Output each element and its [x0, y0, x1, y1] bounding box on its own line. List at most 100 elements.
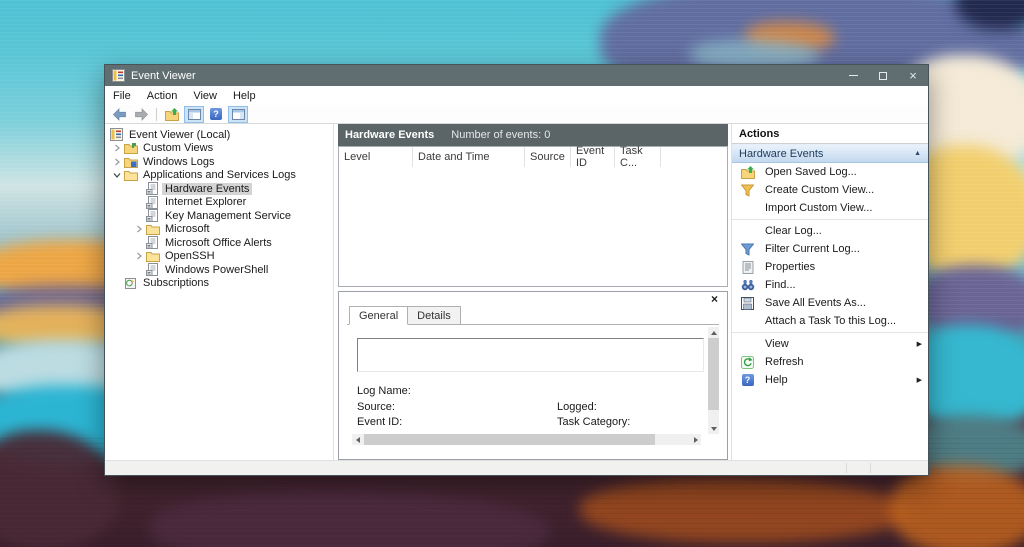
column-header-level[interactable]: Level — [339, 147, 413, 167]
submenu-arrow-icon: ▶ — [916, 341, 922, 348]
tree-item-subscriptions[interactable]: Subscriptions — [105, 277, 333, 291]
action-view[interactable]: View ▶ — [732, 335, 928, 353]
vertical-scrollbar[interactable] — [708, 327, 719, 434]
back-button[interactable] — [109, 106, 129, 123]
chevron-right-icon[interactable] — [132, 252, 146, 260]
chevron-right-icon[interactable] — [132, 225, 146, 233]
title-bar[interactable]: Event Viewer × — [105, 65, 928, 86]
tab-details[interactable]: Details — [408, 306, 461, 325]
tree-item-custom-views[interactable]: Custom Views — [105, 142, 333, 156]
tree-item-internet-explorer[interactable]: Internet Explorer — [105, 195, 333, 210]
toolbar: ? — [105, 105, 928, 124]
forward-arrow-icon — [134, 107, 148, 121]
show-console-tree-button[interactable] — [184, 105, 204, 123]
tree-item-windows-logs[interactable]: Windows Logs — [105, 155, 333, 169]
event-viewer-window: Event Viewer × File Action View Help ? E… — [104, 64, 929, 476]
horizontal-scrollbar[interactable] — [352, 434, 701, 445]
action-create-custom-view[interactable]: Create Custom View... — [732, 181, 928, 199]
action-find[interactable]: Find... — [732, 276, 928, 294]
events-panel: Hardware Events Number of events: 0 Leve… — [338, 124, 728, 460]
column-header-date-and-time[interactable]: Date and Time — [413, 147, 525, 167]
event-log-icon — [146, 195, 162, 209]
actions-separator — [732, 219, 928, 220]
horizontal-scroll-track[interactable] — [363, 434, 690, 445]
tree-item-microsoft[interactable]: Microsoft — [105, 223, 333, 237]
tree-item-hardware-events[interactable]: Hardware Events — [105, 182, 333, 196]
collapse-arrow-icon[interactable]: ▲ — [914, 150, 921, 157]
tree-item-key-management-service[interactable]: Key Management Service — [105, 209, 333, 223]
action-label: Clear Log... — [765, 225, 822, 237]
scroll-up-button[interactable] — [708, 327, 719, 338]
preview-tabs: General Details — [349, 306, 461, 325]
preview-close-button[interactable]: × — [711, 293, 718, 305]
action-clear-log[interactable]: Clear Log... — [732, 222, 928, 240]
tree-item-openssh[interactable]: OpenSSH — [105, 250, 333, 264]
actions-section-hardware-events[interactable]: Hardware Events ▲ — [732, 144, 928, 163]
action-attach-task[interactable]: Attach a Task To this Log... — [732, 312, 928, 330]
console-tree-panel: Event Viewer (Local) Custom Views Window… — [105, 124, 334, 460]
action-label: Refresh — [765, 356, 804, 368]
back-arrow-icon — [112, 107, 126, 121]
events-count-label: Number of events: 0 — [451, 129, 551, 141]
tree-item-label: Hardware Events — [162, 182, 253, 195]
action-label: Attach a Task To this Log... — [765, 315, 897, 327]
action-help[interactable]: ? Help ▶ — [732, 371, 928, 389]
action-refresh[interactable]: Refresh — [732, 353, 928, 371]
menu-bar: File Action View Help — [105, 86, 928, 105]
open-saved-log-icon — [740, 165, 755, 179]
column-header-task-category[interactable]: Task C... — [615, 145, 661, 169]
event-viewer-app-icon — [112, 69, 125, 82]
tree-item-microsoft-office-alerts[interactable]: Microsoft Office Alerts — [105, 236, 333, 250]
chevron-right-icon[interactable] — [110, 144, 124, 152]
events-panel-title: Hardware Events — [345, 129, 435, 141]
chevron-right-icon[interactable] — [110, 158, 124, 166]
up-one-level-button[interactable] — [162, 106, 182, 123]
toolbar-separator — [156, 107, 157, 121]
menu-view[interactable]: View — [185, 90, 225, 102]
action-filter-current-log[interactable]: Filter Current Log... — [732, 240, 928, 258]
filter-icon — [740, 242, 755, 256]
action-open-saved-log[interactable]: Open Saved Log... — [732, 163, 928, 181]
tree-item-label: Windows Logs — [143, 155, 215, 168]
vertical-scroll-thumb[interactable] — [708, 338, 719, 410]
scroll-right-button[interactable] — [690, 434, 701, 445]
tree-item-label: Key Management Service — [165, 209, 291, 222]
close-button[interactable]: × — [898, 65, 928, 86]
up-arrow-icon — [710, 330, 717, 335]
menu-help[interactable]: Help — [225, 90, 264, 102]
tab-general[interactable]: General — [349, 306, 409, 325]
folder-icon — [146, 250, 162, 263]
scroll-left-button[interactable] — [352, 434, 363, 445]
show-action-pane-button[interactable] — [228, 105, 248, 123]
minimize-button[interactable] — [838, 65, 868, 86]
column-header-event-id[interactable]: Event ID — [571, 145, 615, 169]
maximize-button[interactable] — [868, 65, 898, 86]
action-label: Import Custom View... — [765, 202, 873, 214]
status-bar-separator — [846, 463, 847, 473]
menu-file[interactable]: File — [105, 90, 139, 102]
left-arrow-icon — [355, 436, 360, 443]
actions-pane: Actions Hardware Events ▲ Open Saved Log… — [731, 124, 928, 460]
tree-item-label: OpenSSH — [165, 250, 215, 263]
actions-section-label: Hardware Events — [739, 147, 824, 160]
action-import-custom-view[interactable]: Import Custom View... — [732, 199, 928, 217]
action-label: Help — [765, 374, 788, 386]
windows-logs-folder-icon — [124, 156, 140, 168]
column-header-source[interactable]: Source — [525, 147, 571, 167]
tree-item-windows-powershell[interactable]: Windows PowerShell — [105, 263, 333, 277]
scroll-down-button[interactable] — [708, 423, 719, 434]
tree-item-event-viewer-local[interactable]: Event Viewer (Local) — [105, 128, 333, 142]
no-icon — [740, 224, 755, 238]
no-icon — [740, 201, 755, 215]
action-properties[interactable]: Properties — [732, 258, 928, 276]
menu-action[interactable]: Action — [139, 90, 186, 102]
help-button[interactable]: ? — [206, 106, 226, 123]
tree-item-label: Event Viewer (Local) — [129, 128, 231, 141]
action-save-all-events-as[interactable]: Save All Events As... — [732, 294, 928, 312]
forward-button[interactable] — [131, 106, 151, 123]
horizontal-scroll-thumb[interactable] — [364, 434, 656, 445]
chevron-down-icon[interactable] — [110, 171, 124, 179]
create-custom-view-icon — [740, 183, 755, 197]
tree-item-applications-and-services-logs[interactable]: Applications and Services Logs — [105, 169, 333, 183]
save-icon — [740, 296, 755, 310]
